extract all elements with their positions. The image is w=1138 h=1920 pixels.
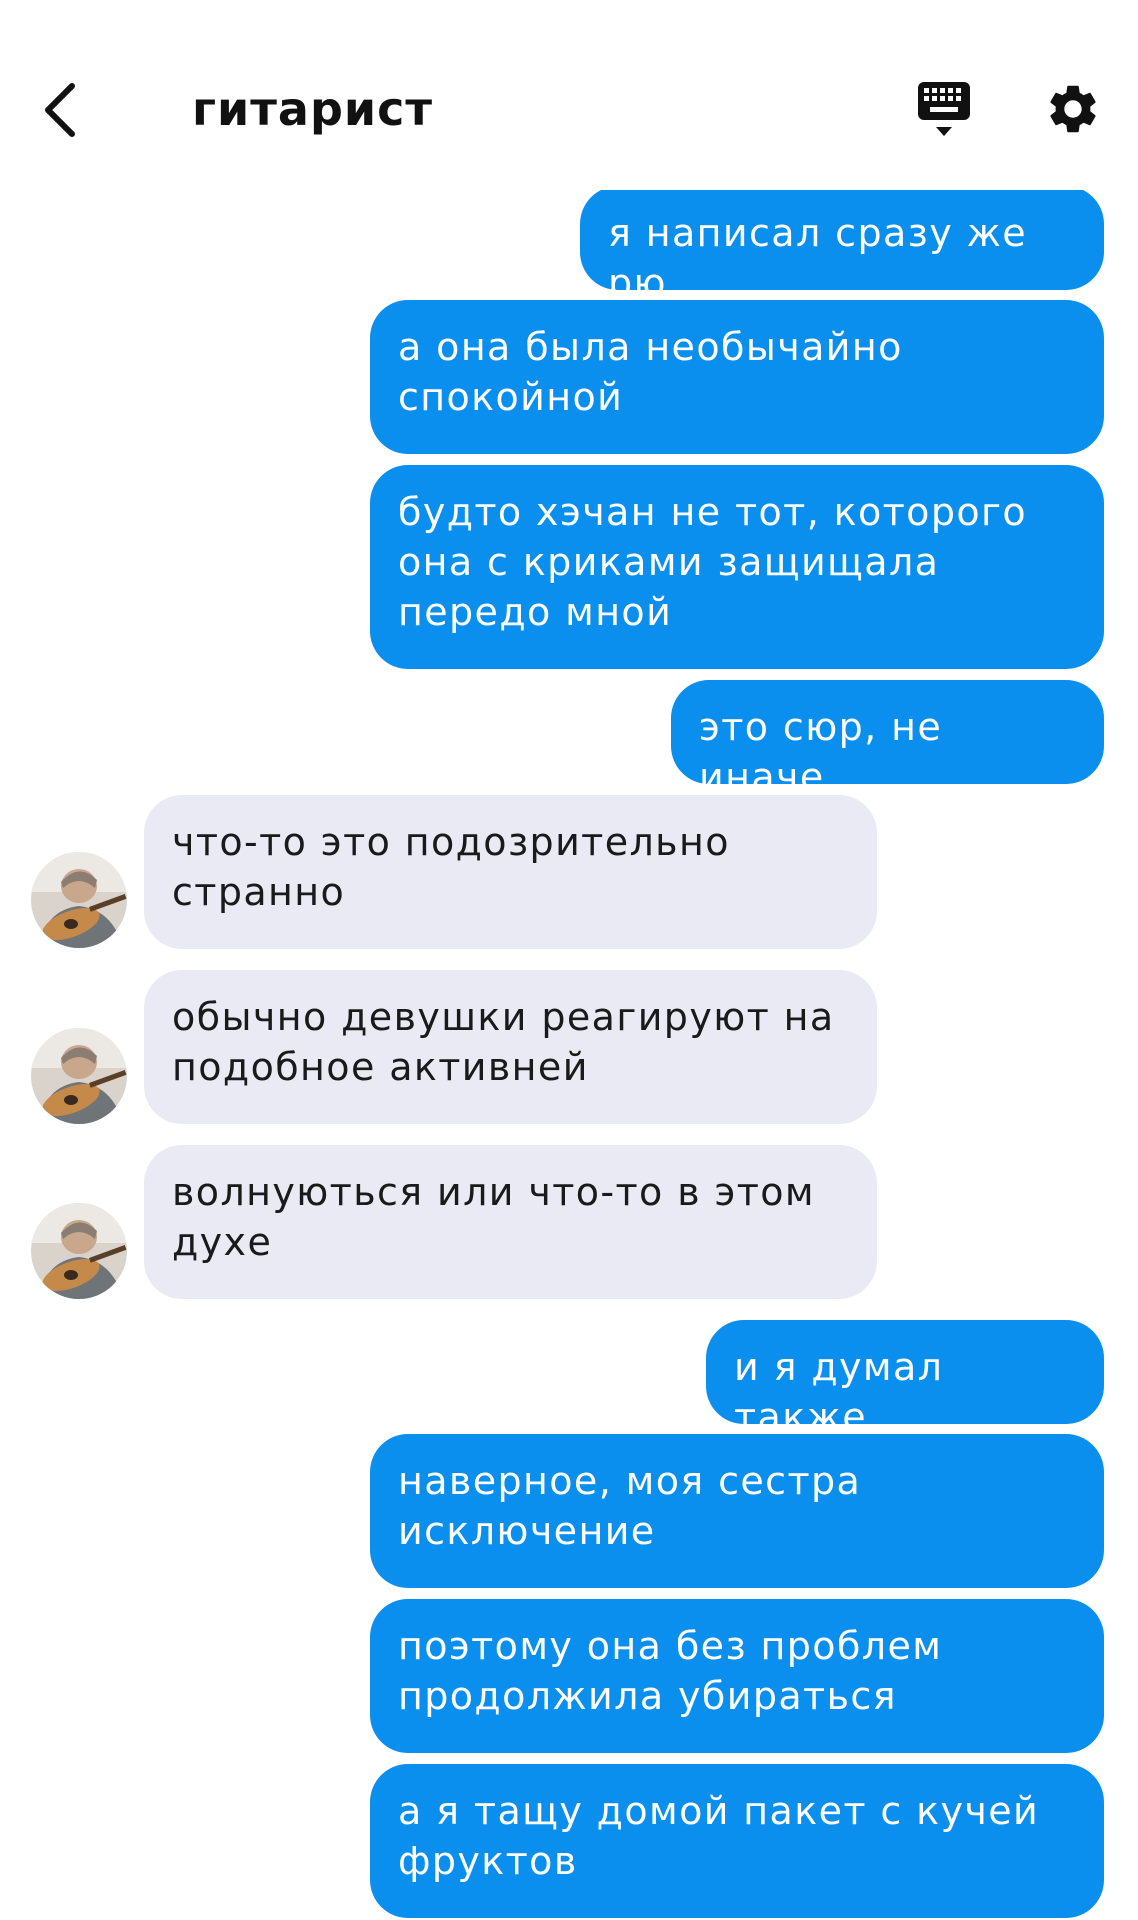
chat-title: гитарист: [192, 82, 434, 136]
outgoing-message[interactable]: а я тащу домой пакет с кучей фруктов: [370, 1764, 1104, 1918]
chat-area: я написал сразу же рю а она была необыча…: [0, 0, 1138, 1920]
chat-header: гитарист: [0, 0, 1138, 190]
outgoing-message[interactable]: будто хэчан не тот, которого она с крика…: [370, 465, 1104, 669]
avatar-image: [31, 1203, 127, 1299]
back-button[interactable]: [30, 75, 90, 145]
keyboard-icon: [918, 82, 970, 136]
keyboard-button[interactable]: [914, 80, 974, 142]
settings-button[interactable]: [1044, 80, 1102, 138]
outgoing-message[interactable]: и я думал также: [706, 1320, 1104, 1439]
contact-avatar[interactable]: [31, 1028, 127, 1124]
contact-avatar[interactable]: [31, 1203, 127, 1299]
contact-avatar[interactable]: [31, 852, 127, 948]
incoming-message[interactable]: волнуються или что-то в этом духе: [144, 1145, 877, 1299]
outgoing-message[interactable]: это сюр, не иначе: [671, 680, 1104, 799]
avatar-image: [31, 1028, 127, 1124]
outgoing-message[interactable]: поэтому она без проблем продолжила убира…: [370, 1599, 1104, 1753]
outgoing-message[interactable]: я написал сразу же рю: [580, 186, 1104, 305]
outgoing-message[interactable]: а она была необычайно спокойной: [370, 300, 1104, 454]
avatar-image: [31, 852, 127, 948]
outgoing-message[interactable]: наверное, моя сестра исключение: [370, 1434, 1104, 1588]
chevron-left-icon: [45, 83, 75, 137]
gear-icon: [1050, 85, 1096, 133]
incoming-message[interactable]: что-то это подозрительно странно: [144, 795, 877, 949]
incoming-message[interactable]: обычно девушки реагируют на подобное акт…: [144, 970, 877, 1124]
